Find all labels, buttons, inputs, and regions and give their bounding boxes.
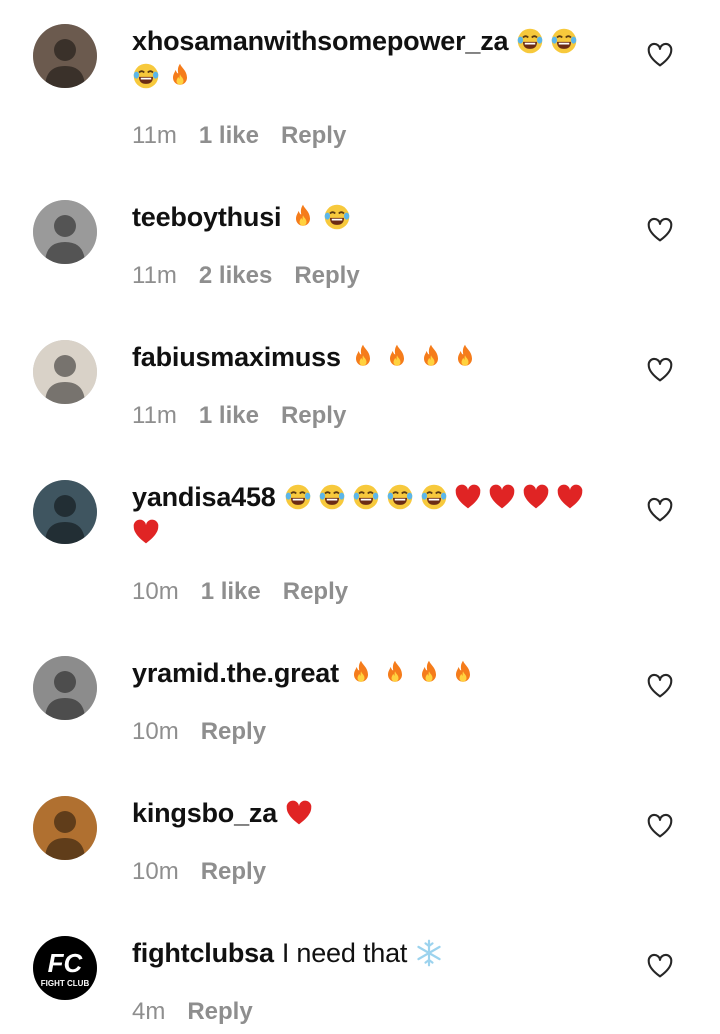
like-heart-icon[interactable] bbox=[646, 497, 674, 523]
comment-username[interactable]: yramid.the.great bbox=[132, 658, 339, 688]
reply-button[interactable]: Reply bbox=[201, 858, 266, 886]
comment-timestamp: 10m bbox=[132, 718, 179, 745]
fire-emoji-icon bbox=[289, 203, 317, 231]
comment-like-count[interactable]: 2 likes bbox=[199, 262, 272, 290]
fire-emoji-icon bbox=[166, 62, 194, 90]
comment-like-count[interactable]: 1 like bbox=[201, 578, 261, 606]
comment-username[interactable]: teeboythusi bbox=[132, 202, 282, 232]
comment-meta: 10m Reply bbox=[132, 858, 288, 886]
red-heart-emoji-icon bbox=[522, 483, 550, 511]
comment-username[interactable]: fabiusmaximuss bbox=[132, 342, 341, 372]
like-heart-icon[interactable] bbox=[646, 217, 674, 243]
red-heart-emoji-icon bbox=[454, 483, 482, 511]
like-heart-icon[interactable] bbox=[646, 813, 674, 839]
comment-text: teeboythusi bbox=[132, 200, 607, 235]
like-heart-icon[interactable] bbox=[646, 357, 674, 383]
user-avatar[interactable] bbox=[33, 340, 97, 404]
fire-emoji-icon bbox=[449, 659, 477, 687]
comment-meta: 10m 1 like Reply bbox=[132, 578, 370, 606]
comment-username[interactable]: fightclubsa bbox=[132, 938, 274, 968]
laugh-cry-emoji-icon bbox=[420, 483, 448, 511]
comment-username[interactable]: kingsbo_za bbox=[132, 798, 277, 828]
comment-text: yandisa458 bbox=[132, 480, 607, 550]
reply-button[interactable]: Reply bbox=[283, 578, 348, 606]
laugh-cry-emoji-icon bbox=[516, 27, 544, 55]
comment-timestamp: 11m bbox=[132, 402, 177, 429]
reply-button[interactable]: Reply bbox=[187, 998, 252, 1026]
comment-meta: 11m 1 like Reply bbox=[132, 122, 368, 150]
red-heart-emoji-icon bbox=[285, 799, 313, 827]
user-avatar[interactable] bbox=[33, 656, 97, 720]
user-avatar[interactable] bbox=[33, 200, 97, 264]
comment-like-count[interactable]: 1 like bbox=[199, 122, 259, 150]
fire-emoji-icon bbox=[417, 343, 445, 371]
logo-subtext: FIGHT CLUB bbox=[41, 979, 90, 988]
red-heart-emoji-icon bbox=[556, 483, 584, 511]
comment-meta: 4m Reply bbox=[132, 998, 275, 1026]
comment-text: xhosamanwithsomepower_za bbox=[132, 24, 607, 94]
fire-emoji-icon bbox=[347, 659, 375, 687]
fire-emoji-icon bbox=[383, 343, 411, 371]
reply-button[interactable]: Reply bbox=[281, 402, 346, 430]
comment-like-count[interactable]: 1 like bbox=[199, 402, 259, 430]
reply-button[interactable]: Reply bbox=[281, 122, 346, 150]
like-heart-icon[interactable] bbox=[646, 673, 674, 699]
comment-meta: 11m 1 like Reply bbox=[132, 402, 368, 430]
like-heart-icon[interactable] bbox=[646, 953, 674, 979]
user-avatar[interactable] bbox=[33, 796, 97, 860]
reply-button[interactable]: Reply bbox=[294, 262, 359, 290]
comment-meta: 10m Reply bbox=[132, 718, 288, 746]
fire-emoji-icon bbox=[349, 343, 377, 371]
comment-text: kingsbo_za bbox=[132, 796, 607, 831]
laugh-cry-emoji-icon bbox=[318, 483, 346, 511]
comment-meta: 11m 2 likes Reply bbox=[132, 262, 382, 290]
reply-button[interactable]: Reply bbox=[201, 718, 266, 746]
comment-timestamp: 11m bbox=[132, 262, 177, 289]
comment-text: fabiusmaximuss bbox=[132, 340, 607, 375]
fight-club-logo-avatar[interactable]: FC FIGHT CLUB bbox=[33, 936, 97, 1000]
comment-text: fightclubsa I need that bbox=[132, 936, 607, 971]
laugh-cry-emoji-icon bbox=[132, 62, 160, 90]
red-heart-emoji-icon bbox=[132, 518, 160, 546]
fire-emoji-icon bbox=[415, 659, 443, 687]
comment-timestamp: 11m bbox=[132, 122, 177, 149]
fire-emoji-icon bbox=[381, 659, 409, 687]
comment-timestamp: 10m bbox=[132, 858, 179, 885]
comment-text: yramid.the.great bbox=[132, 656, 607, 691]
user-avatar[interactable] bbox=[33, 24, 97, 88]
comment-timestamp: 10m bbox=[132, 578, 179, 605]
comment-timestamp: 4m bbox=[132, 998, 166, 1025]
laugh-cry-emoji-icon bbox=[284, 483, 312, 511]
red-heart-emoji-icon bbox=[488, 483, 516, 511]
snowflake-emoji-icon bbox=[415, 939, 443, 967]
comment-username[interactable]: xhosamanwithsomepower_za bbox=[132, 26, 509, 56]
laugh-cry-emoji-icon bbox=[352, 483, 380, 511]
user-avatar[interactable] bbox=[33, 480, 97, 544]
laugh-cry-emoji-icon bbox=[323, 203, 351, 231]
comment-username[interactable]: yandisa458 bbox=[132, 482, 276, 512]
like-heart-icon[interactable] bbox=[646, 42, 674, 68]
laugh-cry-emoji-icon bbox=[386, 483, 414, 511]
comment-message: I need that bbox=[281, 938, 408, 968]
logo-text: FC bbox=[48, 948, 84, 978]
fire-emoji-icon bbox=[451, 343, 479, 371]
laugh-cry-emoji-icon bbox=[550, 27, 578, 55]
